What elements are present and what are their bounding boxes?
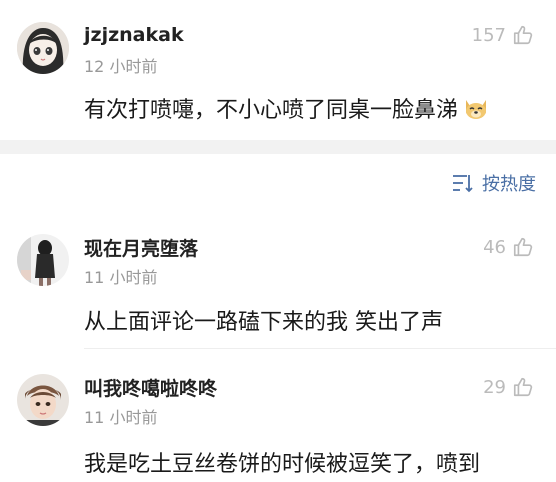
avatar[interactable]: [17, 22, 69, 74]
username[interactable]: jzjznakak: [84, 24, 184, 46]
avatar[interactable]: [17, 374, 69, 426]
like-count: 29: [483, 376, 506, 398]
sort-icon: [453, 175, 473, 193]
comment-text: 有次打喷嚏，不小心喷了同桌一脸鼻涕: [84, 92, 490, 128]
sort-button[interactable]: 按热度: [452, 170, 536, 196]
comment-text: 从上面评论一路磕下来的我 笑出了声: [84, 310, 443, 335]
thumbs-up-icon: [513, 25, 533, 45]
comment-item: jzjznakak 12 小时前 157 有次打喷嚏，不小心喷了同桌一脸鼻涕: [0, 0, 556, 140]
thumbs-up-icon: [513, 237, 533, 257]
like-count: 46: [483, 236, 506, 258]
username[interactable]: 叫我咚噶啦咚咚: [84, 374, 217, 401]
sort-label: 按热度: [482, 174, 536, 195]
timestamp: 11 小时前: [84, 268, 158, 287]
doge-emoji-icon: [462, 94, 490, 128]
like-button[interactable]: 29: [483, 376, 534, 398]
timestamp: 11 小时前: [84, 408, 158, 427]
like-count: 157: [471, 24, 506, 46]
username[interactable]: 现在月亮堕落: [84, 234, 198, 261]
comment-text: 我是吃土豆丝卷饼的时候被逗笑了，喷到: [84, 452, 481, 477]
avatar[interactable]: [17, 234, 69, 286]
sort-bar: 按热度: [0, 154, 556, 210]
section-divider: [0, 140, 556, 154]
like-button[interactable]: 46: [483, 236, 534, 258]
comment-body: 有次打喷嚏，不小心喷了同桌一脸鼻涕: [84, 98, 459, 123]
comment-item: 现在月亮堕落 11 小时前 46 从上面评论一路磕下来的我 笑出了声: [0, 210, 556, 350]
divider: [84, 348, 556, 349]
thumbs-up-icon: [513, 377, 533, 397]
like-button[interactable]: 157: [472, 24, 534, 46]
timestamp: 12 小时前: [84, 57, 158, 76]
comment-item: 叫我咚噶啦咚咚 11 小时前 29 我是吃土豆丝卷饼的时候被逗笑了，喷到: [0, 350, 556, 482]
